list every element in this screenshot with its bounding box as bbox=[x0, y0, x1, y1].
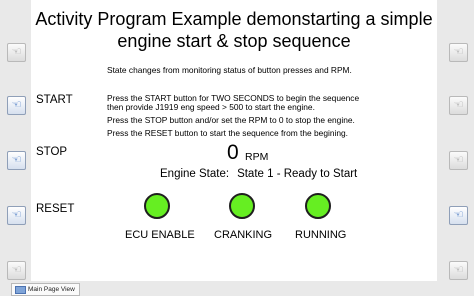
right-key-2[interactable]: ☜ bbox=[449, 96, 468, 115]
right-key-3[interactable]: ☜ bbox=[449, 151, 468, 170]
page-icon bbox=[15, 286, 26, 294]
left-key-stop[interactable]: ☜ bbox=[7, 151, 26, 170]
tab-label: Main Page View bbox=[28, 286, 75, 293]
rpm-value: 0 bbox=[227, 141, 239, 164]
right-key-4[interactable]: ☜ bbox=[449, 206, 468, 225]
right-key-1[interactable]: ☜ bbox=[449, 43, 468, 62]
tab-main-page-view[interactable]: Main Page View bbox=[11, 283, 80, 296]
engine-state: Engine State: State 1 - Ready to Start bbox=[160, 168, 365, 180]
engine-state-value: State 1 - Ready to Start bbox=[237, 168, 358, 180]
hand-pointer-icon: ☜ bbox=[11, 99, 22, 111]
running-label: RUNNING bbox=[295, 229, 347, 241]
left-key-start[interactable]: ☜ bbox=[7, 96, 26, 115]
hand-pointer-icon: ☜ bbox=[453, 264, 464, 276]
title-line-2: engine start & stop sequence bbox=[117, 31, 351, 51]
hand-pointer-icon: ☜ bbox=[453, 46, 464, 58]
page-tab-bar: Main Page View bbox=[0, 281, 474, 296]
hand-pointer-icon: ☜ bbox=[453, 209, 464, 221]
stop-instruction: Press the STOP button and/or set the RPM… bbox=[107, 115, 355, 125]
title-line-1: Activity Program Example demonstarting a… bbox=[35, 9, 433, 29]
stop-label: STOP bbox=[36, 146, 68, 158]
ecu-enable-lamp bbox=[144, 193, 170, 219]
rpm-unit: RPM bbox=[245, 151, 269, 163]
reset-instruction: Press the RESET button to start the sequ… bbox=[107, 128, 348, 138]
engine-state-label: Engine State: bbox=[160, 168, 230, 180]
ecu-enable-label: ECU ENABLE bbox=[125, 229, 195, 241]
left-key-reset[interactable]: ☜ bbox=[7, 206, 26, 225]
hand-pointer-icon: ☜ bbox=[11, 154, 22, 166]
hand-pointer-icon: ☜ bbox=[11, 209, 22, 221]
page-title: Activity Program Example demonstarting a… bbox=[31, 8, 437, 52]
start-label: START bbox=[36, 94, 73, 106]
hand-pointer-icon: ☜ bbox=[453, 154, 464, 166]
start-instruction-line-2: then provide J1919 eng speed > 500 to st… bbox=[107, 102, 315, 112]
left-key-5[interactable]: ☜ bbox=[7, 261, 26, 280]
left-key-1[interactable]: ☜ bbox=[7, 43, 26, 62]
cranking-label: CRANKING bbox=[214, 229, 273, 241]
right-key-5[interactable]: ☜ bbox=[449, 261, 468, 280]
hand-pointer-icon: ☜ bbox=[11, 264, 22, 276]
running-lamp bbox=[305, 193, 331, 219]
hand-pointer-icon: ☜ bbox=[11, 46, 22, 58]
subtitle: State changes from monitoring status of … bbox=[107, 65, 352, 75]
cranking-lamp bbox=[229, 193, 255, 219]
hand-pointer-icon: ☜ bbox=[453, 99, 464, 111]
reset-label: RESET bbox=[36, 203, 75, 215]
